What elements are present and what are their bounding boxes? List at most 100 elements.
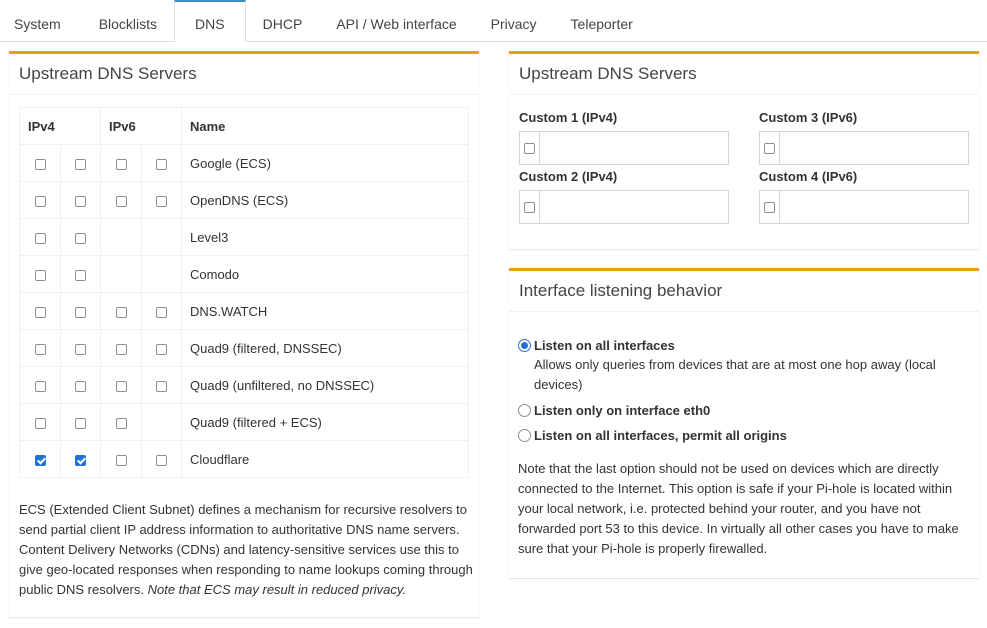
tab-dhcp[interactable]: DHCP <box>246 0 320 41</box>
custom-3-checkbox[interactable] <box>764 142 775 154</box>
ipv4-primary-checkbox[interactable] <box>34 269 46 281</box>
ipv4-secondary-checkbox[interactable] <box>75 232 86 244</box>
option-listen-all-origins[interactable]: Listen on all interfaces, permit all ori… <box>518 427 974 445</box>
ipv4-secondary-cell <box>60 440 101 478</box>
ipv4-secondary-checkbox[interactable] <box>75 343 86 355</box>
listen-eth0-text: Listen only on interface eth0 <box>534 402 974 420</box>
settings-tabs: System Blocklists DNS DHCP API / Web int… <box>0 0 987 42</box>
server-name: Level3 <box>181 218 469 256</box>
ipv6-primary-cell <box>100 366 142 404</box>
listen-all-label: Listen on all interfaces <box>534 338 675 353</box>
custom-3-input[interactable] <box>780 132 968 164</box>
ipv4-primary-checkbox[interactable] <box>34 232 46 244</box>
ipv6-secondary-cell <box>141 144 182 182</box>
ipv6-secondary-checkbox[interactable] <box>156 195 167 207</box>
ipv6-primary-checkbox[interactable] <box>115 380 127 392</box>
ipv6-secondary-checkbox[interactable] <box>156 343 167 355</box>
listen-all-radio[interactable] <box>518 339 531 352</box>
ipv4-primary-checkbox[interactable] <box>34 158 46 170</box>
listen-eth0-label: Listen only on interface eth0 <box>534 403 711 418</box>
custom-4-checkbox-addon <box>760 191 780 223</box>
table-row: Quad9 (filtered, DNSSEC) <box>19 329 469 367</box>
ipv4-secondary-checkbox[interactable] <box>75 454 86 466</box>
ipv6-secondary-checkbox[interactable] <box>156 380 167 392</box>
upstream-dns-box: Upstream DNS Servers IPv4 IPv6 Name Goog… <box>9 51 479 617</box>
tab-blocklists[interactable]: Blocklists <box>82 0 174 41</box>
ipv4-primary-cell <box>19 403 61 441</box>
ipv4-secondary-cell <box>60 255 101 293</box>
table-header-row: IPv4 IPv6 Name <box>19 107 469 145</box>
upstream-servers-table: IPv4 IPv6 Name Google (ECS) OpenDNS (ECS)… <box>19 107 469 478</box>
ipv6-primary-checkbox[interactable] <box>115 454 127 466</box>
ipv6-primary-checkbox[interactable] <box>115 158 127 170</box>
ipv6-primary-cell <box>100 181 142 219</box>
ipv4-secondary-checkbox[interactable] <box>75 269 86 281</box>
custom-4-checkbox[interactable] <box>764 201 775 213</box>
custom-1-checkbox-addon <box>520 132 540 164</box>
tab-teleporter[interactable]: Teleporter <box>554 0 650 41</box>
tab-system[interactable]: System <box>0 0 82 41</box>
custom-2-label: Custom 2 (IPv4) <box>519 169 618 184</box>
option-listen-all[interactable]: Listen on all interfaces Allows only que… <box>518 337 974 395</box>
table-row: Comodo <box>19 255 469 293</box>
custom-2-group <box>519 190 729 224</box>
ipv6-header: IPv6 <box>100 107 182 145</box>
listen-all-origins-text: Listen on all interfaces, permit all ori… <box>534 427 974 445</box>
table-row: Quad9 (filtered + ECS) <box>19 403 469 441</box>
ipv4-secondary-checkbox[interactable] <box>75 380 86 392</box>
custom-2-checkbox[interactable] <box>524 201 535 213</box>
server-name: Google (ECS) <box>181 144 469 182</box>
tab-api-web-interface[interactable]: API / Web interface <box>319 0 473 41</box>
ipv4-primary-checkbox[interactable] <box>34 343 46 355</box>
ipv4-primary-checkbox[interactable] <box>34 306 46 318</box>
ipv6-secondary-cell <box>141 366 182 404</box>
tab-dns[interactable]: DNS <box>174 0 246 42</box>
ipv6-primary-checkbox[interactable] <box>115 343 127 355</box>
ipv6-secondary-checkbox[interactable] <box>156 158 167 170</box>
ipv4-secondary-cell <box>60 292 101 330</box>
ecs-note: ECS (Extended Client Subnet) defines a m… <box>19 500 474 600</box>
custom-1-checkbox[interactable] <box>524 142 535 154</box>
server-name: Comodo <box>181 255 469 293</box>
ipv4-secondary-cell <box>60 403 101 441</box>
ipv6-secondary-checkbox[interactable] <box>156 306 167 318</box>
custom-2-input[interactable] <box>540 191 728 223</box>
custom-1-label: Custom 1 (IPv4) <box>519 110 618 125</box>
custom-4-label: Custom 4 (IPv6) <box>759 169 858 184</box>
ipv6-secondary-checkbox[interactable] <box>156 454 167 466</box>
ipv4-secondary-checkbox[interactable] <box>75 306 86 318</box>
table-row: Level3 <box>19 218 469 256</box>
interface-note: Note that the last option should not be … <box>518 461 959 556</box>
custom-3-group <box>759 131 969 165</box>
custom-4-group <box>759 190 969 224</box>
tab-privacy[interactable]: Privacy <box>474 0 554 41</box>
ipv4-primary-checkbox[interactable] <box>34 380 46 392</box>
server-name: Quad9 (filtered + ECS) <box>181 403 469 441</box>
ipv6-primary-checkbox[interactable] <box>115 195 127 207</box>
custom-1-input[interactable] <box>540 132 728 164</box>
listen-all-origins-label: Listen on all interfaces, permit all ori… <box>534 428 787 443</box>
ipv4-primary-checkbox[interactable] <box>34 417 46 429</box>
ipv4-primary-cell <box>19 292 61 330</box>
ipv4-secondary-checkbox[interactable] <box>75 158 86 170</box>
custom-3-label: Custom 3 (IPv6) <box>759 110 858 125</box>
ipv6-primary-cell <box>100 329 142 367</box>
server-name: OpenDNS (ECS) <box>181 181 469 219</box>
ipv6-primary-cell <box>100 218 142 256</box>
ipv6-secondary-cell <box>141 403 182 441</box>
ipv4-primary-checkbox[interactable] <box>34 195 46 207</box>
custom-4-input[interactable] <box>780 191 968 223</box>
listen-all-origins-radio[interactable] <box>518 429 531 442</box>
server-name: DNS.WATCH <box>181 292 469 330</box>
ipv4-secondary-checkbox[interactable] <box>75 417 86 429</box>
ipv4-primary-checkbox[interactable] <box>34 454 46 466</box>
ipv6-primary-checkbox[interactable] <box>115 306 127 318</box>
listen-eth0-radio[interactable] <box>518 404 531 417</box>
ipv6-primary-checkbox[interactable] <box>115 417 127 429</box>
upstream-dns-title: Upstream DNS Servers <box>9 54 479 95</box>
ipv4-primary-cell <box>19 181 61 219</box>
ipv4-secondary-checkbox[interactable] <box>75 195 86 207</box>
ipv6-secondary-cell <box>141 181 182 219</box>
option-listen-eth0[interactable]: Listen only on interface eth0 <box>518 402 974 420</box>
ipv4-primary-cell <box>19 218 61 256</box>
